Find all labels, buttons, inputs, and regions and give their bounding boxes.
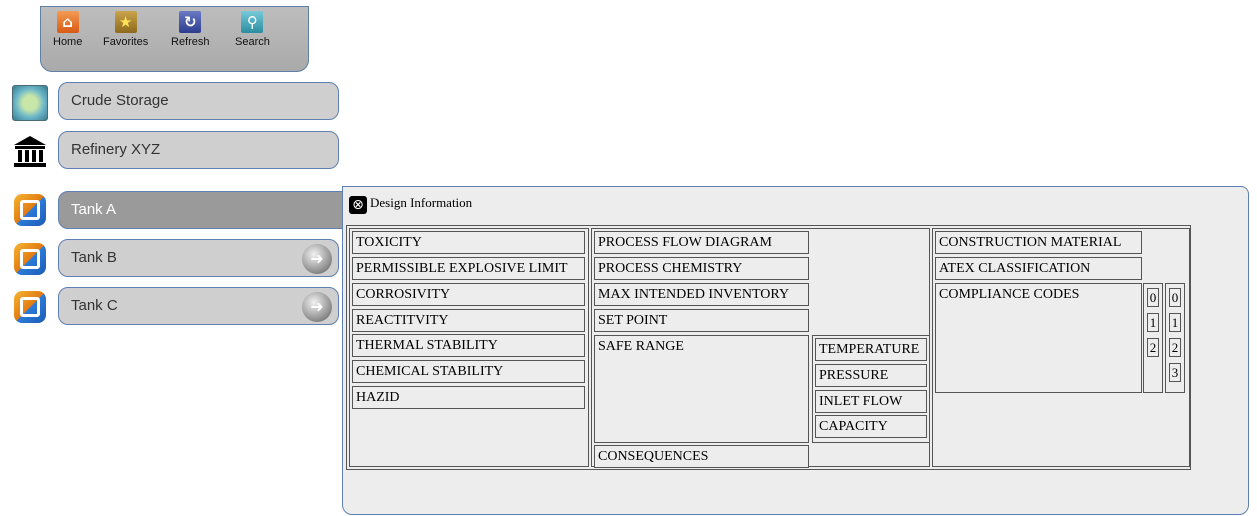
refresh-button[interactable]: ↻ Refresh	[171, 11, 210, 48]
nav-tank-c-label: Tank C	[71, 297, 118, 314]
arrow-right-icon[interactable]: ➜	[302, 292, 332, 322]
cell-temperature: TEMPERATURE	[815, 338, 927, 361]
nav-tank-c[interactable]: Tank C ➜	[58, 287, 339, 325]
home-button[interactable]: ⌂ Home	[53, 11, 82, 48]
code-b-3: 3	[1169, 363, 1181, 382]
cell-hazid: HAZID	[352, 386, 585, 409]
cell-pressure: PRESSURE	[815, 364, 927, 387]
nav-tank-a[interactable]: Tank A	[58, 191, 343, 229]
safe-range-subtable: TEMPERATURE PRESSURE INLET FLOW CAPACITY	[812, 335, 930, 443]
nav-crude-storage[interactable]: Crude Storage	[58, 82, 339, 120]
tank-b-icon	[10, 240, 50, 278]
cell-capacity: CAPACITY	[815, 415, 927, 438]
crude-storage-icon	[10, 84, 50, 122]
refresh-icon: ↻	[179, 11, 202, 33]
design-info-table: TOXICITY PERMISSIBLE EXPLOSIVE LIMIT COR…	[346, 225, 1191, 470]
panel-header: ⊗ Design Information	[349, 195, 472, 214]
cell-atex-classification: ATEX CLASSIFICATION	[935, 257, 1142, 280]
cell-corrosivity: CORROSIVITY	[352, 283, 585, 306]
favorites-button[interactable]: ★ Favorites	[103, 11, 148, 48]
cell-chemical-stability: CHEMICAL STABILITY	[352, 360, 585, 383]
tank-a-icon	[10, 191, 50, 229]
cell-toxicity: TOXICITY	[352, 231, 585, 254]
cell-max-inventory: MAX INTENDED INVENTORY	[594, 283, 809, 306]
cell-construction-material: CONSTRUCTION MATERIAL	[935, 231, 1142, 254]
code-a-1: 1	[1147, 313, 1159, 332]
close-icon[interactable]: ⊗	[349, 196, 367, 214]
search-button[interactable]: ⚲ Search	[235, 11, 270, 48]
search-label: Search	[235, 36, 270, 48]
nav-refinery-label: Refinery XYZ	[71, 141, 161, 158]
refresh-label: Refresh	[171, 36, 210, 48]
nav-crude-storage-label: Crude Storage	[71, 92, 169, 109]
cell-process-chemistry: PROCESS CHEMISTRY	[594, 257, 809, 280]
arrow-right-icon[interactable]: ➜	[302, 244, 332, 274]
cell-reactivity: REACTITVITY	[352, 309, 585, 332]
favorites-label: Favorites	[103, 36, 149, 48]
star-icon: ★	[114, 11, 137, 33]
cell-set-point: SET POINT	[594, 309, 809, 332]
search-icon: ⚲	[241, 11, 264, 33]
code-b-1: 1	[1169, 313, 1181, 332]
compliance-codes-list-a: 0 1 2	[1143, 283, 1163, 393]
cell-safe-range: SAFE RANGE	[594, 335, 809, 443]
cell-explosive-limit: PERMISSIBLE EXPLOSIVE LIMIT	[352, 257, 585, 280]
nav-tank-a-label: Tank A	[71, 201, 117, 218]
code-a-2: 2	[1147, 338, 1159, 357]
code-b-0: 0	[1169, 288, 1181, 307]
code-b-2: 2	[1169, 338, 1181, 357]
column-compliance: CONSTRUCTION MATERIAL ATEX CLASSIFICATIO…	[932, 228, 1190, 467]
cell-inlet-flow: INLET FLOW	[815, 390, 927, 413]
tank-c-icon	[10, 288, 50, 326]
panel-title: Design Information	[370, 195, 473, 210]
home-label: Home	[53, 36, 83, 48]
nav-tank-b-label: Tank B	[71, 249, 117, 266]
refinery-building-icon	[10, 132, 50, 170]
code-a-0: 0	[1147, 288, 1159, 307]
home-icon: ⌂	[56, 11, 79, 33]
design-information-panel: ⊗ Design Information TOXICITY PERMISSIBLE…	[342, 186, 1249, 515]
cell-compliance-codes: COMPLIANCE CODES	[935, 283, 1142, 393]
cell-process-flow-diagram: PROCESS FLOW DIAGRAM	[594, 231, 809, 254]
nav-refinery[interactable]: Refinery XYZ	[58, 131, 339, 169]
cell-thermal-stability: THERMAL STABILITY	[352, 334, 585, 357]
cell-consequences: CONSEQUENCES	[594, 445, 809, 468]
nav-tank-b[interactable]: Tank B ➜	[58, 239, 339, 277]
compliance-codes-list-b: 0 1 2 3	[1165, 283, 1185, 393]
toolbar: ⌂ Home ★ Favorites ↻ Refresh ⚲ Search	[40, 6, 309, 72]
column-hazards: TOXICITY PERMISSIBLE EXPLOSIVE LIMIT COR…	[349, 228, 589, 467]
column-process: PROCESS FLOW DIAGRAM PROCESS CHEMISTRY M…	[591, 228, 930, 468]
